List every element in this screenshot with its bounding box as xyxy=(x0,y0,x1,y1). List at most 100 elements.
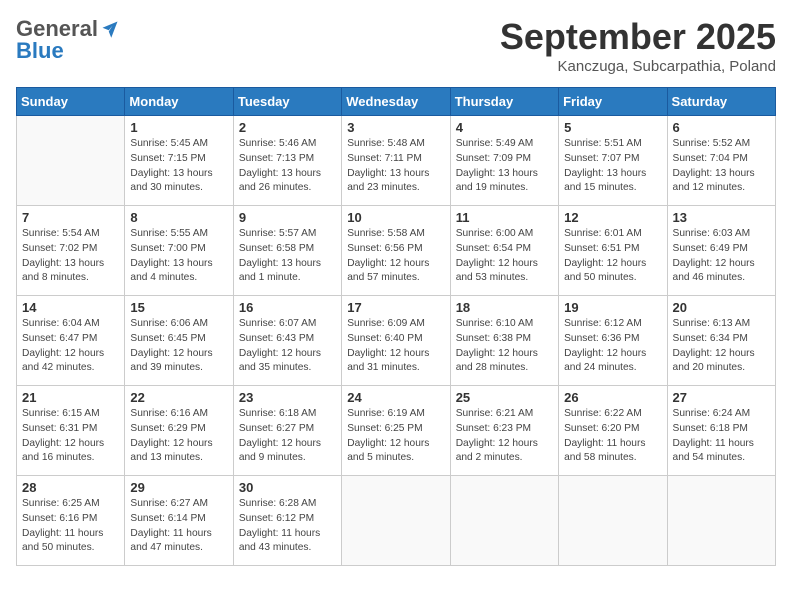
day-number: 30 xyxy=(239,480,336,495)
day-number: 16 xyxy=(239,300,336,315)
day-info: Sunrise: 5:48 AMSunset: 7:11 PMDaylight:… xyxy=(347,137,444,196)
calendar-cell: 5 Sunrise: 5:51 AMSunset: 7:07 PMDaylight… xyxy=(559,116,667,206)
day-number: 24 xyxy=(347,390,444,405)
weekday-header-wednesday: Wednesday xyxy=(342,88,450,116)
calendar-cell: 3Sunrise: 5:48 AMSunset: 7:11 PMDaylight… xyxy=(342,116,450,206)
calendar-cell: 23 Sunrise: 6:18 AMSunset: 6:27 PMDayligh… xyxy=(233,386,341,476)
calendar-cell: 13 Sunrise: 6:03 AMSunset: 6:49 PMDayligh… xyxy=(667,206,775,296)
calendar-cell: 15 Sunrise: 6:06 AMSunset: 6:45 PMDayligh… xyxy=(125,296,233,386)
day-info: Sunrise: 6:21 AMSunset: 6:23 PMDaylight:… xyxy=(456,407,553,466)
calendar-cell: 14 Sunrise: 6:04 AMSunset: 6:47 PMDayligh… xyxy=(17,296,125,386)
calendar-cell: 20 Sunrise: 6:13 AMSunset: 6:34 PMDayligh… xyxy=(667,296,775,386)
day-number: 10 xyxy=(347,210,444,225)
location-subtitle: Kanczuga, Subcarpathia, Poland xyxy=(500,58,776,75)
day-info: Sunrise: 6:07 AMSunset: 6:43 PMDaylight:… xyxy=(239,317,336,376)
day-info: Sunrise: 6:16 AMSunset: 6:29 PMDaylight:… xyxy=(130,407,227,466)
calendar-cell: 12 Sunrise: 6:01 AMSunset: 6:51 PMDayligh… xyxy=(559,206,667,296)
calendar-cell: 10 Sunrise: 5:58 AMSunset: 6:56 PMDayligh… xyxy=(342,206,450,296)
day-info: Sunrise: 6:03 AMSunset: 6:49 PMDaylight:… xyxy=(673,227,770,286)
day-info: Sunrise: 5:58 AMSunset: 6:56 PMDaylight:… xyxy=(347,227,444,286)
calendar-cell: 21 Sunrise: 6:15 AMSunset: 6:31 PMDayligh… xyxy=(17,386,125,476)
day-info: Sunrise: 6:27 AMSunset: 6:14 PMDaylight:… xyxy=(130,497,227,556)
day-number: 21 xyxy=(22,390,119,405)
day-number: 6 xyxy=(673,120,770,135)
day-number: 15 xyxy=(130,300,227,315)
calendar-cell: 17 Sunrise: 6:09 AMSunset: 6:40 PMDayligh… xyxy=(342,296,450,386)
day-number: 5 xyxy=(564,120,661,135)
day-info: Sunrise: 6:28 AMSunset: 6:12 PMDaylight:… xyxy=(239,497,336,556)
day-number: 8 xyxy=(130,210,227,225)
day-info: Sunrise: 5:49 AMSunset: 7:09 PMDaylight:… xyxy=(456,137,553,196)
day-number: 23 xyxy=(239,390,336,405)
calendar-cell: 18 Sunrise: 6:10 AMSunset: 6:38 PMDayligh… xyxy=(450,296,558,386)
day-number: 9 xyxy=(239,210,336,225)
calendar-cell: 22 Sunrise: 6:16 AMSunset: 6:29 PMDayligh… xyxy=(125,386,233,476)
day-info: Sunrise: 6:25 AMSunset: 6:16 PMDaylight:… xyxy=(22,497,119,556)
day-info: Sunrise: 5:46 AMSunset: 7:13 PMDaylight:… xyxy=(239,137,336,196)
day-info: Sunrise: 6:06 AMSunset: 6:45 PMDaylight:… xyxy=(130,317,227,376)
day-info: Sunrise: 6:15 AMSunset: 6:31 PMDaylight:… xyxy=(22,407,119,466)
calendar-cell: 29 Sunrise: 6:27 AMSunset: 6:14 PMDayligh… xyxy=(125,476,233,566)
day-number: 14 xyxy=(22,300,119,315)
calendar-cell: 27Sunrise: 6:24 AMSunset: 6:18 PMDayligh… xyxy=(667,386,775,476)
day-number: 28 xyxy=(22,480,119,495)
week-row-4: 21 Sunrise: 6:15 AMSunset: 6:31 PMDayligh… xyxy=(17,386,776,476)
title-block: September 2025 Kanczuga, Subcarpathia, P… xyxy=(500,16,776,75)
calendar-cell: 2 Sunrise: 5:46 AMSunset: 7:13 PMDaylight… xyxy=(233,116,341,206)
calendar-cell: 24 Sunrise: 6:19 AMSunset: 6:25 PMDayligh… xyxy=(342,386,450,476)
day-info: Sunrise: 6:01 AMSunset: 6:51 PMDaylight:… xyxy=(564,227,661,286)
day-number: 18 xyxy=(456,300,553,315)
calendar-cell: 8 Sunrise: 5:55 AMSunset: 7:00 PMDaylight… xyxy=(125,206,233,296)
day-number: 4 xyxy=(456,120,553,135)
calendar-cell: 9Sunrise: 5:57 AMSunset: 6:58 PMDaylight… xyxy=(233,206,341,296)
page-header: General Blue September 2025 Kanczuga, Su… xyxy=(16,16,776,75)
day-number: 29 xyxy=(130,480,227,495)
day-number: 26 xyxy=(564,390,661,405)
day-info: Sunrise: 5:45 AMSunset: 7:15 PMDaylight:… xyxy=(130,137,227,196)
day-info: Sunrise: 6:12 AMSunset: 6:36 PMDaylight:… xyxy=(564,317,661,376)
weekday-header-sunday: Sunday xyxy=(17,88,125,116)
calendar-cell xyxy=(559,476,667,566)
day-number: 12 xyxy=(564,210,661,225)
calendar-cell: 7 Sunrise: 5:54 AMSunset: 7:02 PMDaylight… xyxy=(17,206,125,296)
day-number: 25 xyxy=(456,390,553,405)
day-info: Sunrise: 6:10 AMSunset: 6:38 PMDaylight:… xyxy=(456,317,553,376)
calendar-cell: 16 Sunrise: 6:07 AMSunset: 6:43 PMDayligh… xyxy=(233,296,341,386)
day-info: Sunrise: 5:55 AMSunset: 7:00 PMDaylight:… xyxy=(130,227,227,286)
calendar-cell: 4 Sunrise: 5:49 AMSunset: 7:09 PMDaylight… xyxy=(450,116,558,206)
day-number: 22 xyxy=(130,390,227,405)
week-row-5: 28 Sunrise: 6:25 AMSunset: 6:16 PMDayligh… xyxy=(17,476,776,566)
day-number: 1 xyxy=(130,120,227,135)
day-number: 17 xyxy=(347,300,444,315)
month-title: September 2025 xyxy=(500,16,776,58)
weekday-header-thursday: Thursday xyxy=(450,88,558,116)
calendar-cell xyxy=(17,116,125,206)
calendar-cell: 11Sunrise: 6:00 AMSunset: 6:54 PMDayligh… xyxy=(450,206,558,296)
calendar-cell: 25 Sunrise: 6:21 AMSunset: 6:23 PMDayligh… xyxy=(450,386,558,476)
logo-bird-icon xyxy=(100,19,120,39)
day-number: 13 xyxy=(673,210,770,225)
calendar-cell: 30 Sunrise: 6:28 AMSunset: 6:12 PMDayligh… xyxy=(233,476,341,566)
calendar-cell: 1 Sunrise: 5:45 AMSunset: 7:15 PMDaylight… xyxy=(125,116,233,206)
calendar-cell: 28 Sunrise: 6:25 AMSunset: 6:16 PMDayligh… xyxy=(17,476,125,566)
day-info: Sunrise: 6:13 AMSunset: 6:34 PMDaylight:… xyxy=(673,317,770,376)
day-info: Sunrise: 5:52 AMSunset: 7:04 PMDaylight:… xyxy=(673,137,770,196)
day-info: Sunrise: 6:00 AMSunset: 6:54 PMDaylight:… xyxy=(456,227,553,286)
week-row-3: 14 Sunrise: 6:04 AMSunset: 6:47 PMDayligh… xyxy=(17,296,776,386)
day-info: Sunrise: 6:22 AMSunset: 6:20 PMDaylight:… xyxy=(564,407,661,466)
day-info: Sunrise: 5:54 AMSunset: 7:02 PMDaylight:… xyxy=(22,227,119,286)
day-number: 7 xyxy=(22,210,119,225)
day-info: Sunrise: 5:51 AMSunset: 7:07 PMDaylight:… xyxy=(564,137,661,196)
day-info: Sunrise: 6:04 AMSunset: 6:47 PMDaylight:… xyxy=(22,317,119,376)
week-row-1: 1 Sunrise: 5:45 AMSunset: 7:15 PMDaylight… xyxy=(17,116,776,206)
day-info: Sunrise: 6:18 AMSunset: 6:27 PMDaylight:… xyxy=(239,407,336,466)
day-number: 2 xyxy=(239,120,336,135)
weekday-header-saturday: Saturday xyxy=(667,88,775,116)
calendar-table: SundayMondayTuesdayWednesdayThursdayFrid… xyxy=(16,87,776,566)
calendar-cell: 19Sunrise: 6:12 AMSunset: 6:36 PMDayligh… xyxy=(559,296,667,386)
day-info: Sunrise: 6:24 AMSunset: 6:18 PMDaylight:… xyxy=(673,407,770,466)
week-row-2: 7 Sunrise: 5:54 AMSunset: 7:02 PMDaylight… xyxy=(17,206,776,296)
day-number: 20 xyxy=(673,300,770,315)
day-info: Sunrise: 6:09 AMSunset: 6:40 PMDaylight:… xyxy=(347,317,444,376)
day-info: Sunrise: 6:19 AMSunset: 6:25 PMDaylight:… xyxy=(347,407,444,466)
